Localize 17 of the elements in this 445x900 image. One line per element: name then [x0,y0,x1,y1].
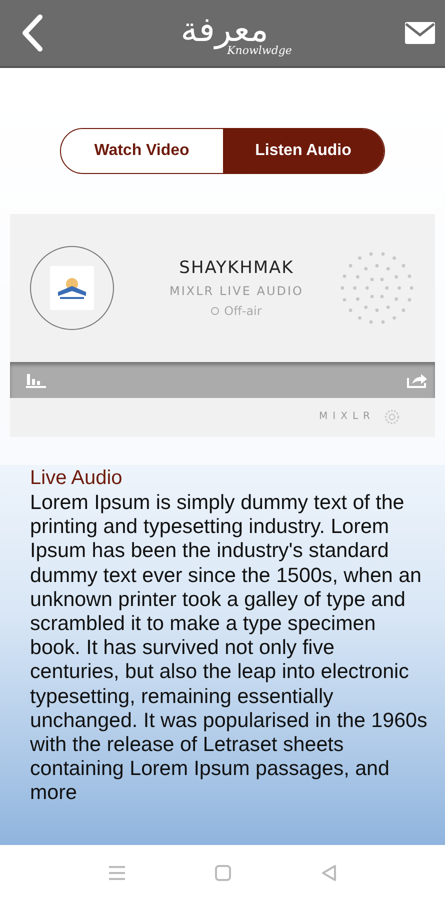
station-name: SHAYKHMAK [179,258,294,278]
tab[interactable]: Listen Audio [222,129,384,173]
mail-icon[interactable] [405,22,435,44]
share-icon[interactable] [406,372,428,388]
status-text: Off-air [224,304,262,318]
bar-chart-icon[interactable] [26,372,46,388]
dotted-circle-icon [339,250,415,326]
book-logo-icon [50,266,94,310]
gear-icon [383,408,401,426]
service-label: MIXLR LIVE AUDIO [170,284,304,298]
back-triangle-icon[interactable] [320,864,336,880]
brand-label: MIXLR [319,411,375,422]
body-text: Lorem Ipsum is simply dummy text of the printing and typesetting industry. Lorem Ipsum has been the industry's standard dummy text ever since the 1500s, when an unknown printer took a galley of type and scrambled it to make a type specimen book. It has survived not only five centuries, but also the leap into electronic typesetting, remaining essentially unchanged. It was popularised in the 1960s with the release of Letraset sheets containing Lorem Ipsum passages, and more [30,491,428,806]
home-icon[interactable] [214,864,230,880]
section-heading: Live Audio [30,466,124,491]
back-icon[interactable] [20,13,44,53]
menu-icon[interactable] [108,866,124,880]
